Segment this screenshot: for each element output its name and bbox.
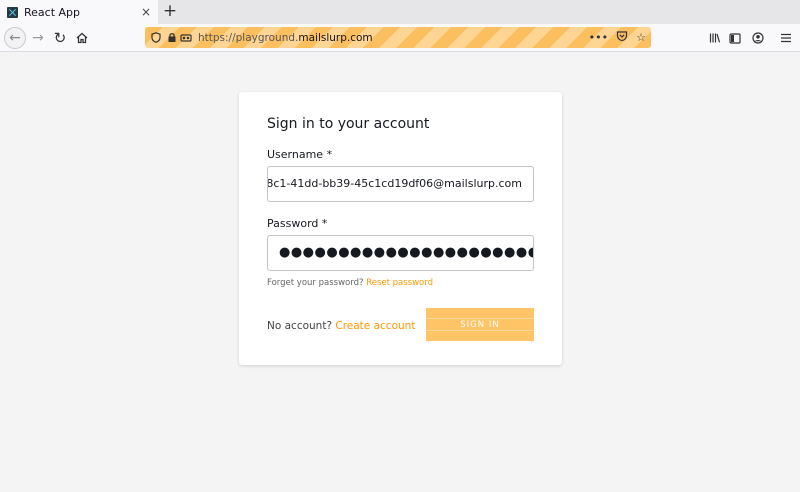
account-icon — [752, 32, 764, 44]
no-account-row: No account? Create account — [267, 320, 415, 332]
back-button[interactable]: ← — [4, 27, 26, 49]
password-label: Password * — [267, 217, 328, 230]
menu-button[interactable] — [777, 27, 795, 49]
url-text[interactable]: https://playground.mailslurp.com — [198, 32, 373, 44]
reload-icon: ↻ — [53, 28, 67, 47]
arrow-right-icon: → — [32, 30, 44, 46]
tab-strip: React App × + — [0, 0, 800, 24]
sign-in-card: Sign in to your account Username * 96ea6… — [239, 92, 562, 365]
tab-title: React App — [24, 5, 81, 19]
username-value: 96ea6450-d8c1-41dd-bb39-45c1cd19df06@mai… — [267, 177, 522, 190]
sidebar-button[interactable] — [726, 27, 744, 49]
tracking-camera-icon[interactable] — [180, 32, 192, 43]
url-actions: ••• ☆ — [589, 30, 646, 45]
home-button[interactable] — [71, 27, 93, 49]
username-label: Username * — [267, 148, 333, 161]
forgot-password-text: Forget your password? — [267, 278, 364, 288]
username-input[interactable]: 96ea6450-d8c1-41dd-bb39-45c1cd19df06@mai… — [267, 166, 534, 202]
home-icon — [76, 32, 88, 44]
password-input[interactable]: ●●●●●●●●●●●●●●●●●●●●●●●●●●●●● — [267, 235, 534, 271]
react-favicon-icon — [7, 6, 18, 18]
account-button[interactable] — [749, 27, 767, 49]
tab-close-icon[interactable]: × — [141, 4, 151, 20]
sign-in-button[interactable]: SIGN IN — [426, 308, 534, 341]
url-scheme: https://playground. — [198, 31, 299, 44]
star-icon[interactable]: ☆ — [636, 30, 646, 45]
reset-password-link[interactable]: Reset password — [366, 278, 433, 288]
menu-icon — [781, 33, 791, 43]
pocket-icon[interactable] — [616, 30, 628, 42]
lock-icon[interactable] — [167, 32, 177, 43]
url-bar[interactable]: https://playground.mailslurp.com ••• ☆ — [145, 27, 651, 48]
create-account-link[interactable]: Create account — [335, 320, 415, 332]
navigation-toolbar: ← → ↻ https://playground.mailslurp.com •… — [0, 24, 800, 52]
no-account-text: No account? — [267, 320, 333, 332]
tab-react-app[interactable]: React App × — [0, 0, 158, 24]
library-icon — [709, 33, 721, 43]
shield-icon[interactable] — [151, 32, 161, 43]
url-host: mailslurp.com — [298, 31, 373, 44]
forward-button[interactable]: → — [27, 27, 49, 49]
page-title: Sign in to your account — [267, 116, 430, 132]
arrow-left-icon: ← — [9, 30, 21, 46]
more-icon[interactable]: ••• — [589, 30, 608, 45]
reload-button[interactable]: ↻ — [49, 27, 71, 49]
library-button[interactable] — [706, 27, 724, 49]
sidebar-icon — [729, 32, 741, 44]
forgot-password-row: Forget your password? Reset password — [267, 278, 433, 288]
new-tab-button[interactable]: + — [162, 1, 178, 21]
